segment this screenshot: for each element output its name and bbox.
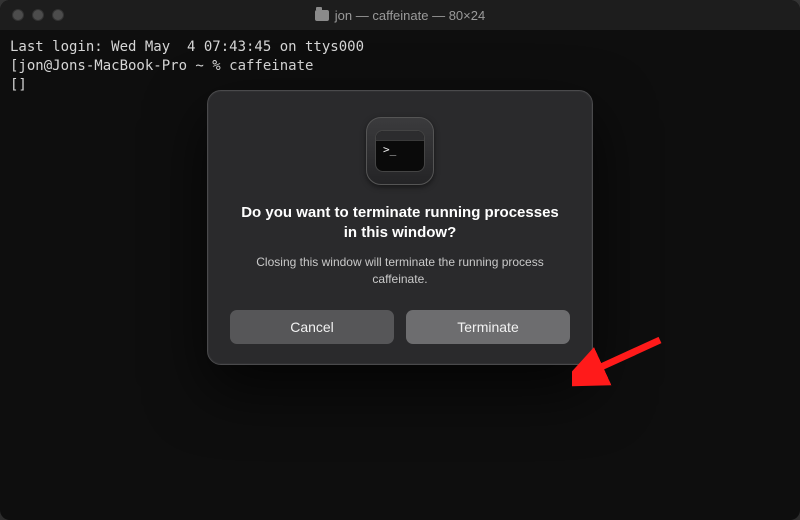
dialog-button-row: Cancel Terminate	[230, 310, 570, 344]
prompt-icon: >_	[383, 144, 396, 155]
modal-overlay: >_ Do you want to terminate running proc…	[0, 0, 800, 520]
dialog-message: Closing this window will terminate the r…	[244, 254, 556, 289]
cancel-button[interactable]: Cancel	[230, 310, 394, 344]
dialog-title: Do you want to terminate running process…	[236, 203, 564, 244]
terminal-window: jon — caffeinate — 80×24 Last login: Wed…	[0, 0, 800, 520]
terminate-button[interactable]: Terminate	[406, 310, 570, 344]
terminal-app-icon: >_	[366, 117, 434, 185]
confirm-dialog: >_ Do you want to terminate running proc…	[207, 90, 593, 365]
